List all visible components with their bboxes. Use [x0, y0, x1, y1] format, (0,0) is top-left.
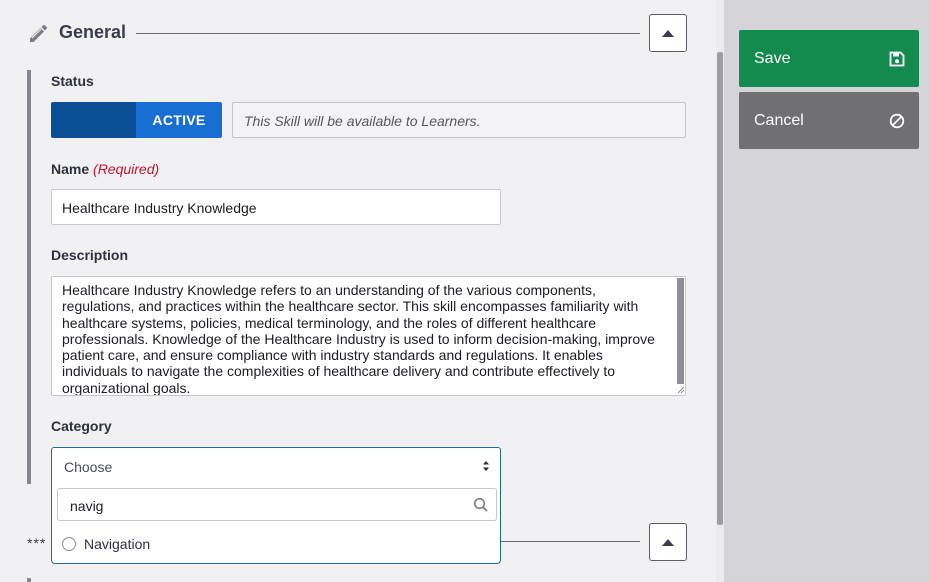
name-input[interactable]: Healthcare Industry Knowledge [51, 189, 501, 225]
category-option[interactable]: Navigation [62, 536, 150, 552]
collapse-next-section-button[interactable] [649, 523, 687, 561]
category-label: Category [51, 418, 112, 434]
category-search-input[interactable]: navig [57, 488, 497, 521]
description-label: Description [51, 247, 129, 263]
toggle-inactive-side[interactable] [51, 102, 136, 138]
actions-panel [724, 0, 930, 582]
skill-form: General Status ACTIVE This Skill will be… [0, 0, 716, 582]
collapse-section-button[interactable] [649, 14, 687, 52]
save-button-label: Save [754, 49, 791, 67]
toggle-active-label[interactable]: ACTIVE [136, 102, 222, 138]
next-section-title: *** [27, 535, 47, 551]
pencil-icon [30, 25, 47, 42]
next-section-divider [501, 541, 640, 542]
page-scrollbar-thumb[interactable] [717, 52, 723, 525]
status-toggle[interactable]: ACTIVE [51, 102, 222, 138]
section-indicator-bar [27, 70, 31, 484]
save-button[interactable]: Save [739, 30, 919, 87]
search-icon [473, 497, 488, 512]
required-marker: (Required) [93, 161, 160, 177]
cancel-button-label: Cancel [754, 111, 804, 129]
cancel-button[interactable]: Cancel [739, 92, 919, 149]
sort-arrows-icon [483, 461, 489, 471]
category-search-value: navig [70, 498, 104, 514]
radio-icon[interactable] [62, 537, 76, 551]
next-section-indicator-bar [27, 578, 31, 582]
floppy-disk-icon [889, 51, 905, 66]
resize-handle-icon[interactable] [676, 385, 685, 394]
name-label: Name (Required) [51, 161, 159, 177]
chevron-up-icon [662, 29, 674, 37]
name-label-text: Name [51, 161, 90, 177]
section-divider [136, 33, 640, 34]
category-select-value: Choose [64, 459, 113, 475]
ban-icon [889, 113, 905, 128]
status-note: This Skill will be available to Learners… [232, 102, 686, 138]
category-dropdown: navig Navigation [51, 484, 501, 564]
status-label: Status [51, 73, 94, 89]
category-option-label: Navigation [84, 536, 151, 552]
description-textarea[interactable]: Healthcare Industry Knowledge refers to … [51, 276, 686, 396]
description-scrollbar[interactable] [677, 278, 684, 384]
category-select[interactable]: Choose [51, 447, 501, 485]
chevron-up-icon [662, 538, 674, 546]
section-title: General [59, 22, 127, 42]
